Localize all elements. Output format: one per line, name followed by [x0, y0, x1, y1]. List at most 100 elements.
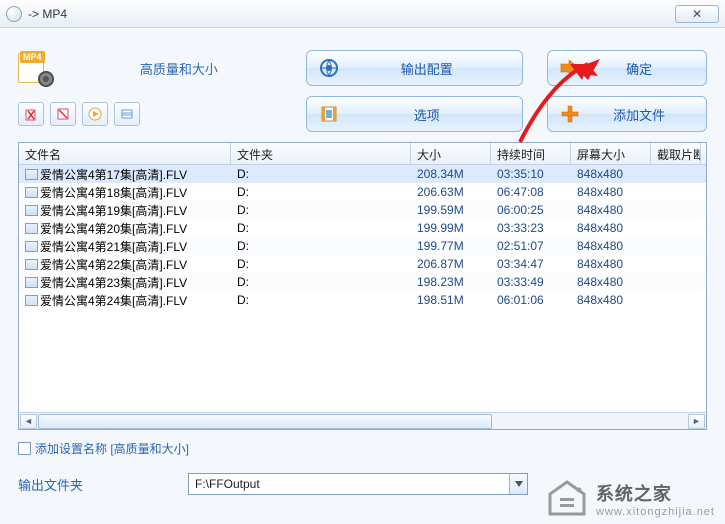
- cell-dimension: 848x480: [571, 239, 651, 253]
- cell-duration: 03:33:49: [491, 275, 571, 289]
- cell-duration: 03:34:47: [491, 257, 571, 271]
- mp4-tag: MP4: [20, 51, 45, 63]
- format-badge: MP4: [18, 51, 52, 85]
- cell-duration: 06:47:08: [491, 185, 571, 199]
- cell-name: 爱情公寓4第20集[高清].FLV: [40, 220, 187, 237]
- app-icon: [6, 6, 22, 22]
- remove-button[interactable]: [18, 102, 44, 126]
- info-button[interactable]: [114, 102, 140, 126]
- col-duration[interactable]: 持续时间: [491, 143, 571, 164]
- table-row[interactable]: 爱情公寓4第18集[高清].FLV D:206.63M06:47:08848x48…: [19, 183, 706, 201]
- file-icon: [25, 241, 38, 252]
- table-body: 爱情公寓4第17集[高清].FLVD:208.34M03:35:10848x48…: [19, 165, 706, 412]
- gear-globe-icon: [307, 58, 351, 78]
- cell-size: 198.23M: [411, 275, 491, 289]
- cell-dimension: 848x480: [571, 257, 651, 271]
- window-title: -> MP4: [28, 7, 67, 21]
- cell-size: 206.87M: [411, 257, 491, 271]
- horizontal-scrollbar[interactable]: ◄ ►: [19, 412, 706, 429]
- table-header: 文件名 文件夹 大小 持续时间 屏幕大小 截取片断: [19, 143, 706, 165]
- table-row[interactable]: 爱情公寓4第17集[高清].FLV D:208.34M03:35:10848x48…: [19, 165, 706, 183]
- file-icon: [25, 277, 38, 288]
- file-icon: [25, 169, 38, 180]
- table-row[interactable]: 爱情公寓4第21集[高清].FLVD:199.77M02:51:07848x48…: [19, 237, 706, 255]
- output-config-button[interactable]: 输出配置: [306, 50, 523, 86]
- scroll-thumb[interactable]: [38, 414, 492, 429]
- cell-folder: D:: [231, 167, 411, 181]
- add-settings-row: 添加设置名称 [高质量和大小]: [18, 440, 707, 457]
- file-icon: [25, 205, 38, 216]
- cell-folder: D:: [231, 239, 411, 253]
- cell-duration: 02:51:07: [491, 239, 571, 253]
- cell-dimension: 848x480: [571, 221, 651, 235]
- small-toolbar: [18, 102, 278, 126]
- chevron-down-icon[interactable]: [509, 474, 527, 494]
- cell-size: 199.77M: [411, 239, 491, 253]
- cell-folder: D:: [231, 185, 411, 199]
- cell-name: 爱情公寓4第19集[高清].FLV: [40, 202, 187, 219]
- top-row: MP4 高质量和大小 输出配置 确定: [0, 28, 725, 92]
- cell-name: 爱情公寓4第17集[高清].FLV: [40, 166, 187, 183]
- row-2: 选项 添加文件: [0, 92, 725, 142]
- cell-folder: D:: [231, 275, 411, 289]
- title-bar: -> MP4 ✕: [0, 0, 725, 28]
- table-row[interactable]: 爱情公寓4第22集[高清].FLV D:206.87M03:34:47848x48…: [19, 255, 706, 273]
- add-files-label: 添加文件: [592, 105, 706, 124]
- file-icon: [25, 295, 38, 306]
- film-icon: [307, 104, 351, 124]
- quality-label: 高质量和大小: [66, 59, 293, 78]
- play-icon: [88, 107, 102, 121]
- col-name[interactable]: 文件名: [19, 143, 231, 164]
- ok-button[interactable]: 确定: [547, 50, 707, 86]
- output-folder-label: 输出文件夹: [18, 475, 168, 494]
- add-files-button[interactable]: 添加文件: [547, 96, 707, 132]
- clear-button[interactable]: [50, 102, 76, 126]
- cell-size: 208.34M: [411, 167, 491, 181]
- cell-dimension: 848x480: [571, 185, 651, 199]
- cell-name: 爱情公寓4第24集[高清].FLV: [40, 292, 187, 309]
- options-button[interactable]: 选项: [306, 96, 523, 132]
- cell-dimension: 848x480: [571, 293, 651, 307]
- clear-icon: [56, 107, 70, 121]
- table-row[interactable]: 爱情公寓4第19集[高清].FLVD:199.59M06:00:25848x48…: [19, 201, 706, 219]
- plus-icon: [548, 104, 592, 124]
- close-icon: ✕: [692, 7, 702, 21]
- options-label: 选项: [351, 105, 522, 124]
- scroll-left-icon[interactable]: ◄: [20, 414, 37, 429]
- cell-duration: 06:00:25: [491, 203, 571, 217]
- cell-name: 爱情公寓4第23集[高清].FLV: [40, 274, 187, 291]
- scroll-right-icon[interactable]: ►: [688, 414, 705, 429]
- cell-folder: D:: [231, 221, 411, 235]
- output-folder-combo[interactable]: F:\FFOutput: [188, 473, 528, 495]
- add-settings-checkbox[interactable]: [18, 442, 31, 455]
- cell-folder: D:: [231, 293, 411, 307]
- play-button[interactable]: [82, 102, 108, 126]
- cell-size: 199.99M: [411, 221, 491, 235]
- col-folder[interactable]: 文件夹: [231, 143, 411, 164]
- col-size[interactable]: 大小: [411, 143, 491, 164]
- remove-icon: [24, 107, 38, 121]
- output-config-label: 输出配置: [351, 59, 522, 78]
- ok-label: 确定: [592, 59, 706, 78]
- close-button[interactable]: ✕: [675, 5, 719, 23]
- cell-size: 206.63M: [411, 185, 491, 199]
- table-row[interactable]: 爱情公寓4第24集[高清].FLVD:198.51M06:01:06848x48…: [19, 291, 706, 309]
- cell-folder: D:: [231, 257, 411, 271]
- cell-duration: 03:35:10: [491, 167, 571, 181]
- table-row[interactable]: 爱情公寓4第20集[高清].FLVD:199.99M03:33:23848x48…: [19, 219, 706, 237]
- film-reel-icon: [38, 71, 54, 87]
- col-clip[interactable]: 截取片断: [651, 143, 701, 164]
- add-settings-label: 添加设置名称 [高质量和大小]: [35, 440, 189, 457]
- cell-folder: D:: [231, 203, 411, 217]
- cell-name: 爱情公寓4第18集[高清].FLV: [40, 184, 187, 201]
- table-row[interactable]: 爱情公寓4第23集[高清].FLVD:198.23M03:33:49848x48…: [19, 273, 706, 291]
- file-icon: [25, 259, 38, 270]
- col-dimension[interactable]: 屏幕大小: [571, 143, 651, 164]
- cell-size: 199.59M: [411, 203, 491, 217]
- output-folder-value: F:\FFOutput: [189, 477, 509, 491]
- output-folder-row: 输出文件夹 F:\FFOutput: [18, 473, 707, 495]
- file-icon: [25, 187, 38, 198]
- cell-dimension: 848x480: [571, 167, 651, 181]
- cell-name: 爱情公寓4第22集[高清].FLV: [40, 256, 187, 273]
- cell-duration: 06:01:06: [491, 293, 571, 307]
